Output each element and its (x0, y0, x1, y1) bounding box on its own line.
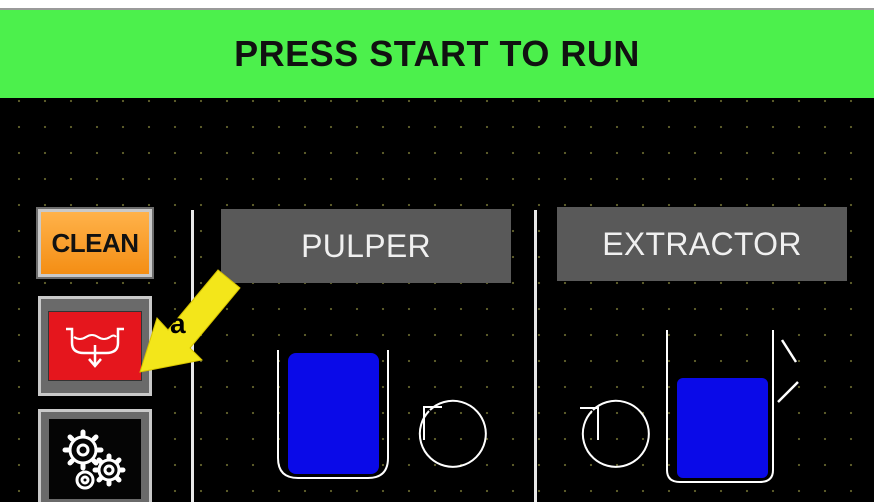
extractor-lid-icon (777, 339, 799, 403)
extractor-pump-icon (580, 399, 650, 468)
extractor-tank-fill (677, 378, 768, 478)
pulper-pump-icon (418, 399, 487, 468)
hmi-screen: PRESS START TO RUN CLEAN PULPER EXTRACTO… (0, 0, 874, 502)
pulper-tank-fill (288, 353, 379, 474)
annotation-label: a (170, 308, 186, 339)
process-graphics: a (139, 269, 799, 483)
annotation-arrow (139, 269, 241, 373)
